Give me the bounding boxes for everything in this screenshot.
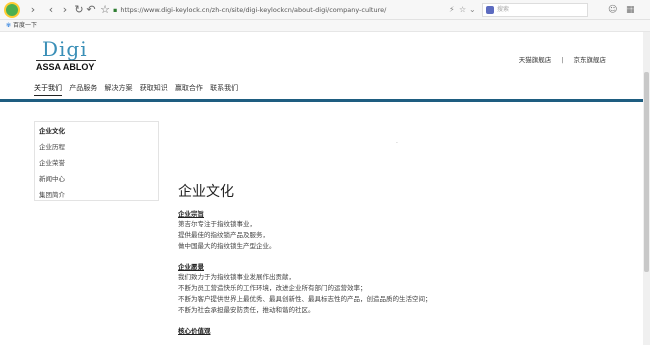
logo-assa-abloy-text: ASSA ABLOY (36, 60, 96, 72)
search-placeholder: 搜索 (497, 6, 510, 13)
bookmark-baidu[interactable]: 百度一下 (13, 22, 37, 29)
bookmark-star-icon[interactable]: ☆ (459, 3, 466, 17)
scrollbar-thumb[interactable] (644, 72, 649, 272)
nav-contact[interactable]: 联系我们 (210, 83, 238, 93)
logo-digi-text: Digi (42, 37, 88, 61)
vision-line: 不断为社会承担最安防责任，推动和谐的社区。 (178, 306, 315, 314)
menu-chevron-icon[interactable]: › (26, 3, 40, 17)
back-icon[interactable]: ‹ (44, 3, 58, 17)
bookmarks-bar: ✾ 百度一下 (0, 20, 650, 32)
store-separator: | (561, 56, 564, 64)
bolt-icon[interactable]: ⚡ (449, 3, 455, 17)
nav-knowledge[interactable]: 获取知识 (140, 83, 168, 93)
nav-products[interactable]: 产品服务 (69, 83, 97, 93)
site-logo[interactable]: Digi ASSA ABLOY (36, 38, 96, 72)
sidebar-item-group[interactable]: 集团简介 (35, 190, 158, 200)
address-bar[interactable]: ▪ https://www.digi-keylock.cn/zh-cn/site/… (113, 3, 458, 17)
search-input[interactable]: 搜索 (482, 3, 588, 17)
browser-toolbar: › ‹ › ↻ ↶ ☆ ▪ https://www.digi-keylock.cn… (0, 0, 650, 20)
page-scrollbar[interactable] (643, 32, 650, 345)
store-links: 天猫旗舰店 | 京东旗舰店 (519, 55, 606, 65)
section-title-vision: 企业愿景 (178, 263, 204, 271)
address-url: https://www.digi-keylock.cn/zh-cn/site/d… (120, 6, 387, 14)
vision-line: 我们致力于为指纹锁事业发展作出贡献， (178, 273, 295, 281)
user-icon[interactable]: ☺ (608, 3, 617, 17)
paw-icon: ✾ (6, 22, 12, 29)
forward-icon[interactable]: › (58, 3, 72, 17)
sidebar-item-honors[interactable]: 企业荣誉 (35, 158, 158, 168)
nav-divider-bar (0, 99, 643, 102)
active-nav-underline (34, 95, 62, 96)
dropdown-chevron-icon[interactable]: ⌄ (469, 3, 476, 17)
sidebar-item-history[interactable]: 企业历程 (35, 142, 158, 152)
page-title: 企业文化 (178, 184, 234, 200)
main-nav: 关于我们 产品服务 解决方案 获取知识 赢取合作 联系我们 (34, 83, 243, 93)
sidebar-item-culture[interactable]: 企业文化 (35, 126, 158, 136)
nav-solutions[interactable]: 解决方案 (104, 83, 132, 93)
mission-line: 提供最佳的指纹锁产品及服务， (178, 231, 269, 239)
search-engine-icon (486, 6, 494, 14)
jd-store-link[interactable]: 京东旗舰店 (574, 56, 607, 64)
nav-cooperation[interactable]: 赢取合作 (175, 83, 203, 93)
nav-about-us[interactable]: 关于我们 (34, 83, 62, 93)
favorite-star-icon[interactable]: ☆ (98, 3, 112, 17)
sidebar: 企业文化 企业历程 企业荣誉 新闻中心 集团简介 (34, 121, 159, 201)
lock-icon: ▪ (113, 6, 118, 14)
section-title-values: 核心价值观 (178, 327, 211, 335)
tmall-store-link[interactable]: 天猫旗舰店 (519, 56, 552, 64)
mission-line: 第吉尔专注于指纹锁事业， (178, 220, 256, 228)
vision-line: 不断为员工营造快乐的工作环境，改进企业所有部门的运营效率； (178, 284, 367, 292)
vision-line: 不断为客户提供世界上最优秀、最具创新性、最具标志性的产品，创造品质的生活空间； (178, 295, 432, 303)
browser-logo-icon[interactable] (4, 2, 20, 18)
page-marker: · (396, 140, 398, 147)
grid-menu-icon[interactable]: ▦ (626, 3, 635, 17)
mission-line: 做中国最大的指纹锁生产型企业。 (178, 242, 276, 250)
section-title-mission: 企业宗旨 (178, 210, 204, 218)
main-content: 企业文化 企业宗旨 第吉尔专注于指纹锁事业， 提供最佳的指纹锁产品及服务， 做中… (178, 183, 618, 336)
sidebar-item-news[interactable]: 新闻中心 (35, 174, 158, 184)
undo-icon[interactable]: ↶ (84, 3, 98, 17)
